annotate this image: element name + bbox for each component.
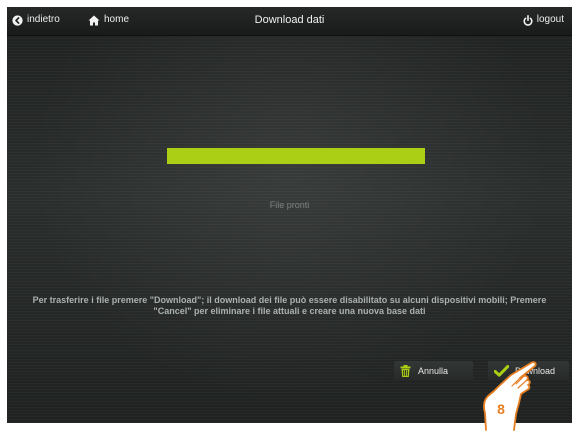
trash-icon (400, 365, 411, 377)
progress-bar (167, 148, 425, 164)
download-label: Download (515, 366, 556, 376)
cancel-button[interactable]: Annulla (394, 361, 473, 381)
download-button[interactable]: Download (488, 361, 569, 381)
top-bar: indietro home Download dati logout (7, 7, 572, 36)
cancel-label: Annulla (418, 366, 449, 376)
instructions-line-2: "Cancel" per eliminare i file attuali e … (153, 306, 426, 316)
checkmark-icon (494, 365, 509, 377)
instructions-line-1: Per trasferire i file premere "Download"… (32, 295, 547, 305)
status-text: File pronti (269, 200, 310, 210)
logout-label: logout (536, 14, 564, 25)
power-icon (523, 14, 533, 26)
instructions-text: Per trasferire i file premere "Download"… (13, 295, 566, 317)
progress-fill (167, 148, 425, 164)
logout-button[interactable]: logout (523, 14, 564, 26)
page-title: Download dati (254, 14, 325, 26)
app-screen: indietro home Download dati logout File … (7, 7, 572, 423)
